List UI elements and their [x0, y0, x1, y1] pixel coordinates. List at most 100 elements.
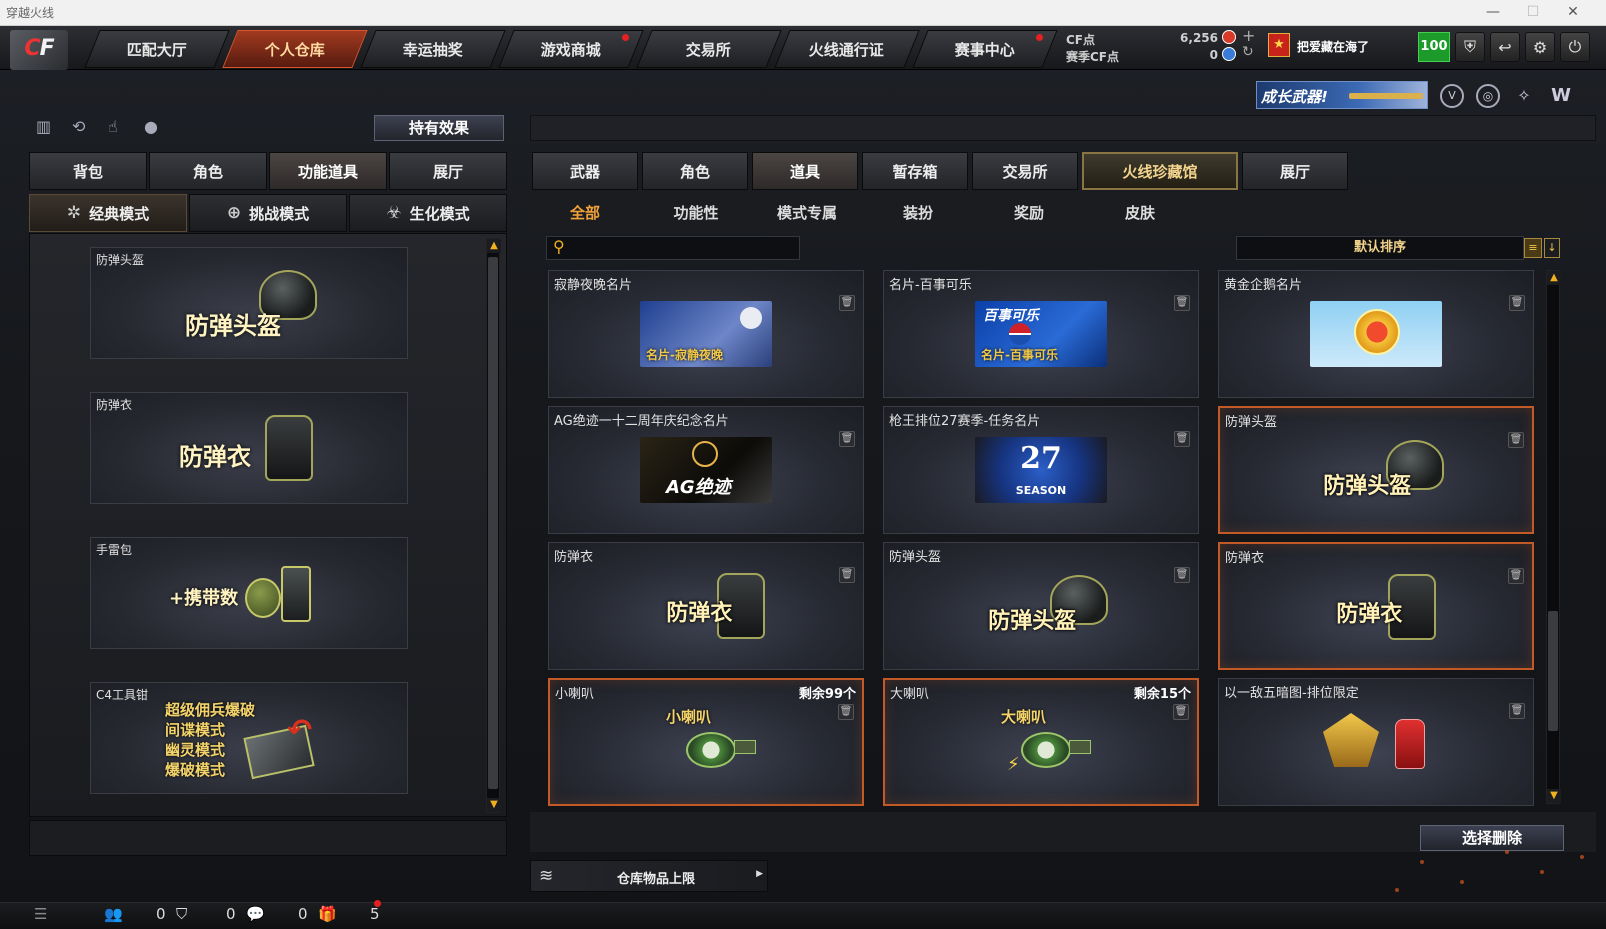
left-tab-0[interactable]: 背包 [29, 152, 147, 190]
scroll-up-icon[interactable]: ▲ [487, 239, 501, 253]
trash-icon[interactable]: 🗑 [1174, 295, 1190, 311]
left-tab-2[interactable]: 功能道具 [269, 152, 387, 190]
item-card[interactable]: 黄金企鹅名片 🗑 [1218, 270, 1534, 398]
badge-v-icon[interactable]: V [1440, 84, 1464, 108]
trash-icon[interactable]: 🗑 [1508, 432, 1524, 448]
item-card[interactable]: 防弹衣 🗑 防弹衣 [1218, 542, 1534, 670]
left-item-card[interactable]: 防弹头盔 防弹头盔 [90, 247, 408, 359]
filter-tab-0[interactable]: 全部 [530, 194, 640, 230]
right-header-strip [530, 115, 1596, 141]
maximize-button[interactable]: ☐ [1518, 2, 1548, 24]
chat-icon[interactable]: 💬 [246, 905, 265, 923]
gear-icon[interactable]: ⚙ [1525, 32, 1555, 62]
item-card[interactable]: 寂静夜晚名片 🗑 名片-寂静夜晚 [548, 270, 864, 398]
sort-dropdown[interactable]: 默认排序 [1236, 236, 1524, 260]
grenade-icon[interactable]: ● [144, 117, 166, 139]
item-card[interactable]: AG绝迹一十二周年庆纪念名片 🗑 AG绝迹 [548, 406, 864, 534]
category-tab-6[interactable]: 展厅 [1242, 152, 1348, 190]
mode-tab-2[interactable]: ☣ 生化模式 [349, 194, 507, 232]
trash-icon[interactable]: 🗑 [1174, 567, 1190, 583]
grid-scroll-up-icon[interactable]: ▲ [1547, 271, 1561, 285]
list-view-icon[interactable]: ≡ [1524, 238, 1542, 258]
power-icon[interactable]: ⏻ [1560, 32, 1590, 62]
item-card[interactable]: 大喇叭 剩余15个 🗑 ⚡ 大喇叭 [883, 678, 1199, 806]
vest-icon [265, 415, 313, 481]
mode-tab-0[interactable]: ✲ 经典模式 [29, 194, 187, 232]
hand-icon[interactable]: ☝ [108, 117, 130, 139]
nav-tab-0[interactable]: 匹配大厅 [84, 30, 230, 68]
guild-icon[interactable]: ⛉ [176, 905, 187, 923]
stats-icon[interactable]: ▥ [36, 117, 58, 139]
trash-icon[interactable]: 🗑 [839, 431, 855, 447]
item-label: +携带数 [169, 588, 239, 609]
canister-icon [281, 566, 311, 622]
left-scroll-thumb[interactable] [488, 257, 498, 789]
filter-tab-2[interactable]: 模式专属 [752, 194, 862, 230]
menu-list-icon[interactable]: ☰ [34, 905, 47, 923]
item-card[interactable]: 枪王排位27赛季-任务名片 🗑 27 SEASON [883, 406, 1199, 534]
gift-icon[interactable]: 🎁 [318, 905, 337, 923]
shield-icon[interactable]: ⛨ [1455, 32, 1485, 62]
search-box[interactable]: ⚲ [546, 236, 800, 260]
cf-logo[interactable]: CCFF [10, 30, 68, 70]
trash-icon[interactable]: 🗑 [838, 704, 854, 720]
item-card[interactable]: 防弹头盔 🗑 防弹头盔 [883, 542, 1199, 670]
item-card[interactable]: 防弹头盔 🗑 防弹头盔 [1218, 406, 1534, 534]
owned-effects-button[interactable]: 持有效果 [374, 115, 504, 141]
add-points-icon[interactable]: + [1242, 26, 1255, 45]
nav-tab-5[interactable]: 火线通行证 [774, 30, 920, 68]
search-input[interactable] [575, 239, 795, 257]
category-tab-0[interactable]: 武器 [532, 152, 638, 190]
trash-icon[interactable]: 🗑 [1174, 431, 1190, 447]
badge-w-icon[interactable]: W [1548, 84, 1574, 108]
item-label: 大喇叭 [1001, 708, 1047, 726]
item-card[interactable]: 以一敌五暗图-排位限定 🗑 [1218, 678, 1534, 806]
item-card[interactable]: 小喇叭 剩余99个 🗑 小喇叭 [548, 678, 864, 806]
filter-tab-3[interactable]: 装扮 [863, 194, 973, 230]
category-tab-4[interactable]: 交易所 [972, 152, 1078, 190]
nav-tab-4[interactable]: 交易所 [636, 30, 782, 68]
filter-tab-5[interactable]: 皮肤 [1085, 194, 1195, 230]
category-tab-1[interactable]: 角色 [642, 152, 748, 190]
scroll-down-icon[interactable]: ▼ [487, 798, 501, 812]
left-tab-3[interactable]: 展厅 [389, 152, 507, 190]
left-item-card[interactable]: C4工具钳 ↶ 超级佣兵爆破 间谍模式 幽灵模式 爆破模式 [90, 682, 408, 794]
item-card[interactable]: 名片-百事可乐 🗑 百事可乐 名片-百事可乐 [883, 270, 1199, 398]
trash-icon[interactable]: 🗑 [1509, 295, 1525, 311]
close-button[interactable]: ✕ [1558, 2, 1588, 24]
select-delete-button[interactable]: 选择删除 [1420, 825, 1564, 851]
refresh-icon[interactable]: ↻ [1242, 44, 1254, 60]
badge-star-icon[interactable]: ✧ [1512, 84, 1536, 108]
trash-icon[interactable]: 🗑 [839, 295, 855, 311]
window-titlebar: 穿越火线 — ☐ ✕ [0, 0, 1606, 26]
trash-icon[interactable]: 🗑 [839, 567, 855, 583]
category-tab-2[interactable]: 道具 [752, 152, 858, 190]
friends-icon[interactable]: 👥 [104, 905, 123, 923]
trash-icon[interactable]: 🗑 [1173, 704, 1189, 720]
right-scroll-thumb[interactable] [1548, 611, 1558, 731]
grid-scroll-down-icon[interactable]: ▼ [1547, 789, 1561, 803]
badge-globe-icon[interactable]: ◎ [1476, 84, 1500, 108]
category-tab-3[interactable]: 暂存箱 [862, 152, 968, 190]
filter-tab-1[interactable]: 功能性 [641, 194, 751, 230]
sort-direction-icon[interactable]: ↓ [1544, 238, 1560, 258]
nav-tab-1[interactable]: 个人仓库 [222, 30, 368, 68]
left-item-card[interactable]: 防弹衣 防弹衣 [90, 392, 408, 504]
right-scrollbar[interactable]: ▲ ▼ [1546, 270, 1561, 804]
category-tab-5[interactable]: 火线珍藏馆 [1082, 152, 1238, 190]
username[interactable]: 把爱藏在海了 [1297, 38, 1369, 55]
nav-tab-2[interactable]: 幸运抽奖 [360, 30, 506, 68]
storage-limit-bar[interactable]: ≋ 仓库物品上限 ▶ [530, 860, 768, 892]
left-tab-1[interactable]: 角色 [149, 152, 267, 190]
filter-tab-4[interactable]: 奖励 [974, 194, 1084, 230]
trash-icon[interactable]: 🗑 [1509, 703, 1525, 719]
item-card[interactable]: 防弹衣 🗑 防弹衣 [548, 542, 864, 670]
mode-tab-1[interactable]: ⊕ 挑战模式 [189, 194, 347, 232]
return-icon[interactable]: ↩ [1490, 32, 1520, 62]
history-icon[interactable]: ⟲ [72, 117, 94, 139]
left-item-card[interactable]: 手雷包 +携带数 [90, 537, 408, 649]
minimize-button[interactable]: — [1478, 2, 1508, 24]
growth-weapon-banner[interactable]: 成长武器! [1256, 81, 1428, 109]
trash-icon[interactable]: 🗑 [1508, 568, 1524, 584]
left-scrollbar[interactable]: ▲ ▼ [486, 238, 501, 813]
